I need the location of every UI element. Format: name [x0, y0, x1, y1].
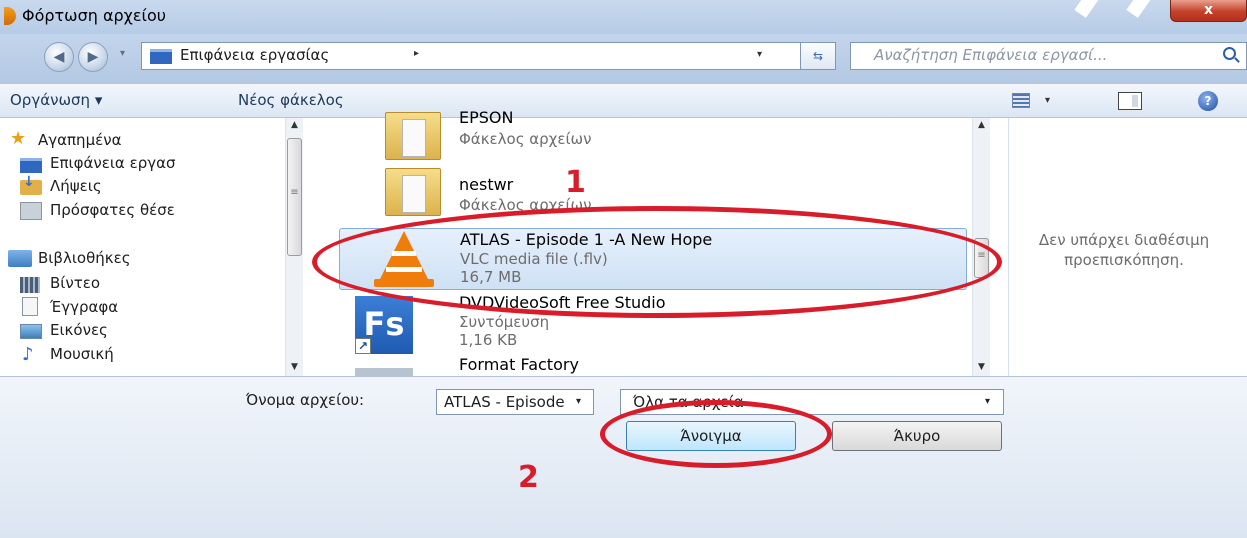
- favorites-star-icon: ★: [10, 128, 27, 149]
- folder-icon: [385, 168, 441, 216]
- search-icon[interactable]: [1223, 47, 1236, 60]
- list-item[interactable]: EPSON Φάκελος αρχείων: [339, 102, 967, 164]
- navigation-scrollbar[interactable]: ▲ ≡ ▼: [285, 118, 303, 376]
- preview-pane-icon[interactable]: [1118, 92, 1142, 110]
- recent-places-icon: [20, 202, 42, 220]
- search-input[interactable]: Αναζήτηση Επιφάνεια εργασί...: [850, 42, 1247, 70]
- forward-button[interactable]: ▶: [78, 42, 108, 72]
- scrollbar-thumb[interactable]: ≡: [287, 138, 302, 256]
- dialog-footer: Όνομα αρχείου: ATLAS - Episode 1 -A New …: [0, 376, 1247, 538]
- forward-icon: ▶: [87, 49, 99, 65]
- filename-label: Όνομα αρχείου:: [246, 391, 365, 409]
- file-size: 1,16 KB: [459, 331, 518, 349]
- refresh-icon: ⇆: [812, 49, 824, 63]
- title-bar: Φόρτωση αρχείου x: [0, 0, 1247, 34]
- change-view-icon[interactable]: [1012, 93, 1030, 108]
- close-icon: x: [1203, 2, 1214, 18]
- nav-favorites-header[interactable]: Αγαπημένα: [38, 131, 121, 149]
- nav-libraries-header[interactable]: Βιβλιοθήκες: [38, 249, 131, 267]
- folder-icon: [385, 112, 441, 160]
- nav-item-documents[interactable]: Έγγραφα: [50, 298, 118, 316]
- nav-item-recent[interactable]: Πρόσφατες θέσε: [50, 201, 175, 219]
- videos-icon: [20, 277, 40, 293]
- desktop-icon: [20, 158, 42, 173]
- scroll-up-icon[interactable]: ▲: [286, 120, 303, 130]
- cancel-button[interactable]: Άκυρο: [832, 421, 1002, 451]
- address-dropdown-icon[interactable]: ▾: [757, 49, 762, 60]
- annotation-marker-2: 2: [518, 460, 539, 495]
- file-name: nestwr: [459, 175, 514, 194]
- fs-app-icon: Fs ↗: [355, 296, 413, 354]
- pictures-icon: [20, 324, 42, 339]
- filetype-dropdown-icon[interactable]: ▾: [985, 396, 990, 407]
- nav-item-desktop[interactable]: Επιφάνεια εργασ: [50, 154, 176, 172]
- recent-pages-dropdown-icon[interactable]: ▾: [120, 48, 125, 59]
- breadcrumb-arrow-icon[interactable]: ▸: [414, 48, 419, 59]
- refresh-button[interactable]: ⇆: [800, 42, 836, 70]
- annotation-ellipse-open: [600, 400, 832, 468]
- app-icon: [4, 7, 16, 25]
- libraries-icon: [8, 250, 32, 267]
- nav-item-pictures[interactable]: Εικόνες: [50, 321, 108, 339]
- file-type: Φάκελος αρχείων: [459, 130, 592, 148]
- filename-dropdown-icon[interactable]: ▾: [576, 396, 581, 407]
- nav-item-downloads[interactable]: Λήψεις: [50, 177, 102, 195]
- navigation-pane: ★ Αγαπημένα Επιφάνεια εργασ Λήψεις Πρόσφ…: [0, 118, 303, 376]
- close-button[interactable]: x: [1170, 0, 1247, 22]
- back-icon: ◀: [53, 49, 65, 65]
- scroll-up-icon[interactable]: ▲: [973, 120, 990, 130]
- desktop-folder-icon: [150, 49, 172, 64]
- file-type: Συντόμευση: [459, 313, 550, 331]
- list-item[interactable]: Format Factory: [339, 354, 967, 376]
- organize-menu[interactable]: Οργάνωση ▾: [10, 91, 102, 109]
- preview-pane: Δεν υπάρχει διαθέσιμη προεπισκόπηση.: [1008, 118, 1247, 376]
- address-bar[interactable]: Επιφάνεια εργασίας ▸ ▾: [141, 42, 835, 70]
- documents-icon: [22, 297, 38, 316]
- filename-value[interactable]: ATLAS - Episode 1 -A New Hope: [444, 393, 566, 411]
- scroll-down-icon[interactable]: ▼: [973, 362, 990, 372]
- no-preview-message: Δεν υπάρχει διαθέσιμη προεπισκόπηση.: [1038, 231, 1210, 269]
- file-name: EPSON: [459, 108, 514, 127]
- annotation-marker-1: 1: [565, 165, 586, 200]
- window-title: Φόρτωση αρχείου: [22, 6, 166, 25]
- shortcut-arrow-icon: ↗: [355, 338, 371, 354]
- scroll-down-icon[interactable]: ▼: [286, 362, 303, 372]
- format-factory-icon: [355, 368, 413, 376]
- nav-item-videos[interactable]: Βίντεο: [50, 274, 100, 292]
- annotation-ellipse-file: [312, 206, 1002, 318]
- grip-icon: ≡: [290, 187, 299, 198]
- new-folder-button[interactable]: Νέος φάκελος: [238, 91, 344, 109]
- music-icon: ♪: [22, 344, 34, 365]
- address-location[interactable]: Επιφάνεια εργασίας: [180, 46, 329, 64]
- nav-item-music[interactable]: Μουσική: [50, 345, 114, 363]
- search-placeholder: Αναζήτηση Επιφάνεια εργασί...: [874, 46, 1108, 64]
- navigation-bar: ◀ ▶ ▾ Επιφάνεια εργασίας ▸ ▾ ⇆ Αναζήτηση…: [0, 34, 1247, 84]
- help-icon[interactable]: ?: [1198, 91, 1218, 111]
- downloads-icon: [20, 174, 42, 195]
- file-name: Format Factory: [459, 355, 579, 374]
- back-button[interactable]: ◀: [44, 42, 74, 72]
- view-dropdown-icon[interactable]: ▾: [1045, 95, 1050, 106]
- filename-input[interactable]: ATLAS - Episode 1 -A New Hope ▾: [436, 389, 594, 415]
